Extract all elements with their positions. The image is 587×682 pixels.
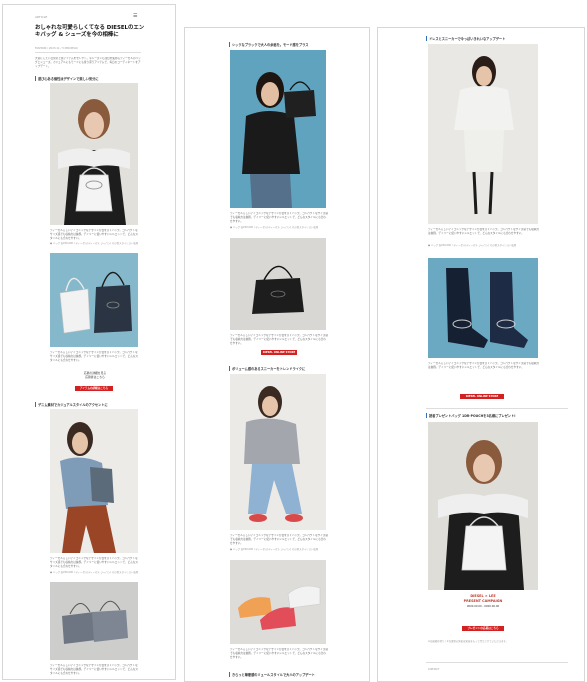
caption-1: ● バッグ 各¥00,000 / ディーゼル(ディーゼル ジャパン) その他スタ…	[50, 242, 139, 245]
shop-button-2[interactable]: DIESEL ONLINE STORE	[261, 350, 297, 355]
body-text-3: ディーゼルらしいアイコニックなデザインが目を引くバッグ。コンパクトなサイズ感でも…	[50, 557, 139, 568]
menu-icon[interactable]: ☰	[133, 13, 137, 19]
shop-button-3[interactable]: DIESEL ONLINE STORE	[460, 394, 504, 399]
promo-line-2: PRESENT CAMPAIGN	[463, 599, 503, 603]
section-heading-7: 読者プレゼントバッグ 1DR-POUCHを3名様にプレゼント!	[426, 413, 569, 418]
intro-text: 大切にしたい日常の上質アイテムをセレクト。今シーズンも注目を集めるディーゼルのバ…	[35, 57, 141, 68]
body-text-10: ディーゼルらしいアイコニックなデザインが目を引くバッグ。コンパクトなサイズ感でも…	[428, 362, 539, 369]
photo-sneakers	[230, 560, 326, 644]
body-text-6: ディーゼルらしいアイコニックなデザインが目を引くバッグ。コンパクトなサイズ感でも…	[230, 334, 328, 345]
photo-boots-on-blue	[428, 258, 538, 358]
article-meta: FASHION / 2023.11 / 3 MIN READ	[35, 47, 78, 50]
page-column-3: ドレスとスニーカーで今っぽいきれいなアップデート ディーゼルらしいアイコニックな…	[377, 27, 585, 682]
photo-model-denim	[50, 409, 138, 553]
section-heading-3: シックなブラックで大人の余裕を。モード感をプラス	[229, 42, 352, 47]
site-label: ARTICLE	[35, 15, 48, 19]
section-heading-4: ボリューム感のあるスニーカーをトレンドライクに	[229, 366, 352, 371]
section-heading-1: 遊び心ある個性派デザインで楽しい気分に	[35, 76, 142, 81]
shop-button-1[interactable]: アイテムの詳細はこちら	[75, 386, 113, 391]
page-column-1: ARTICLE ☰ おしゃれな可愛らしくてなる DIESELのエンキバッグ & …	[2, 4, 176, 680]
photo-model-black-bag	[230, 50, 326, 208]
caption-4: ● バッグ 各¥00,000 / ディーゼル(ディーゼル ジャパン) その他スタ…	[230, 548, 319, 551]
body-text-7: ディーゼルらしいアイコニックなデザインが目を引くバッグ。コンパクトなサイズ感でも…	[230, 534, 328, 545]
body-text-9: ディーゼルらしいアイコニックなデザインが目を引くバッグ。コンパクトなサイズ感でも…	[428, 228, 539, 235]
section-heading-2: デニム素材でカジュアルスタイルのアクセントに	[35, 402, 142, 407]
photo-model-present-bag	[428, 422, 538, 590]
photo-model-sneakers	[230, 374, 326, 530]
photo-black-bag	[230, 238, 326, 330]
body-text-5: ディーゼルらしいアイコニックなデザインが目を引くバッグ。コンパクトなサイズ感でも…	[230, 212, 328, 223]
body-text-1: ディーゼルらしいアイコニックなデザインが目を引くバッグ。コンパクトなサイズ感でも…	[50, 229, 139, 240]
footer-notes: ※応募締め切り / ※当選者の発表は発送をもって代えさせていただきます。	[428, 640, 509, 643]
body-text-4: ディーゼルらしいアイコニックなデザインが目を引くバッグ。コンパクトなサイズ感でも…	[50, 664, 139, 675]
divider	[426, 662, 568, 663]
article-title: おしゃれな可愛らしくてなる DIESELのエンキバッグ & シューズを今の相棒に	[35, 25, 145, 38]
caption-5: ● バッグ 各¥00,000 / ディーゼル(ディーゼル ジャパン) その他スタ…	[428, 244, 517, 247]
body-text-2: ディーゼルらしいアイコニックなデザインが目を引くバッグ。コンパクトなサイズ感でも…	[50, 351, 139, 362]
cta-text: 応募の詳細を見る 応募者はこちら	[83, 371, 107, 379]
section-heading-6: ドレスとスニーカーで今っぽいきれいなアップデート	[426, 36, 569, 41]
divider	[426, 408, 568, 409]
photo-model-white-bag	[50, 83, 138, 225]
divider	[35, 52, 141, 53]
photo-bags-on-blue	[50, 253, 138, 347]
footer-end: CONTACT	[428, 668, 440, 671]
promo-line-1: DIESEL × LEE	[470, 594, 496, 598]
promo-dates: 0000.00.00 - 0000.00.00	[466, 605, 500, 608]
caption-3: ● バッグ 各¥00,000 / ディーゼル(ディーゼル ジャパン) その他スタ…	[230, 226, 319, 229]
page-column-2: シックなブラックで大人の余裕を。モード感をプラス ディーゼルらしいアイコニックな…	[184, 27, 370, 682]
photo-denim-bags	[50, 582, 138, 660]
present-button[interactable]: プレゼントの応募はこちら	[462, 626, 504, 631]
caption-2: ● バッグ 各¥00,000 / ディーゼル(ディーゼル ジャパン) その他スタ…	[50, 571, 139, 574]
photo-model-white-coat	[428, 44, 538, 224]
section-heading-5: きらっと華奢感のミュールスタイルで大人のアップデート	[229, 672, 352, 677]
body-text-8: ディーゼルらしいアイコニックなデザインが目を引くバッグ。コンパクトなサイズ感でも…	[230, 648, 328, 659]
